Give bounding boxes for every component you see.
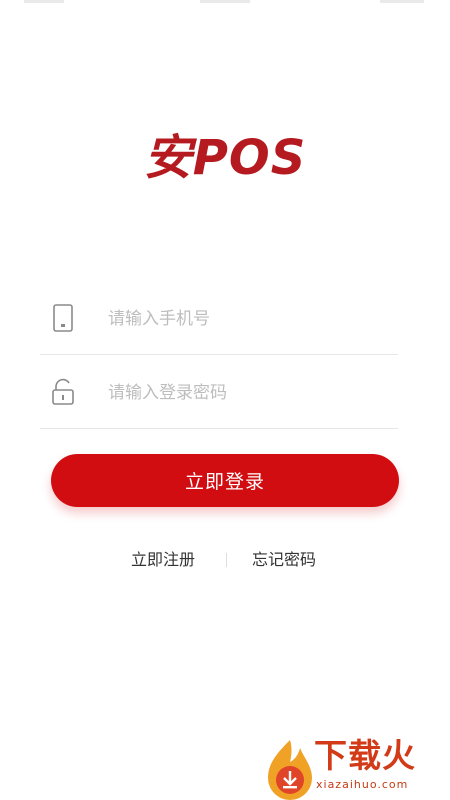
status-bar-fragment: [24, 0, 64, 3]
status-bar-fragment: [380, 0, 424, 3]
link-divider: [226, 553, 227, 567]
watermark-subtitle: xiazaihuo.com: [316, 778, 409, 791]
register-link[interactable]: 立即注册: [131, 547, 195, 573]
password-input[interactable]: [106, 374, 390, 412]
phone-field: [40, 282, 398, 355]
phone-input[interactable]: [106, 300, 390, 338]
password-field: [40, 356, 398, 429]
forgot-password-link[interactable]: 忘记密码: [252, 547, 316, 573]
login-button[interactable]: 立即登录: [51, 454, 399, 507]
app-logo: 安POS: [143, 130, 307, 186]
login-page: 安POS 立即登录 立即注册 忘记密码: [0, 0, 450, 800]
lock-icon: [50, 378, 76, 406]
status-bar: [0, 0, 450, 6]
auth-links: 立即注册 忘记密码: [0, 547, 450, 573]
phone-icon: [50, 304, 76, 332]
watermark-title: 下载火: [314, 736, 416, 775]
flame-download-icon: [268, 740, 312, 800]
watermark: 下载火 xiazaihuo.com: [266, 736, 450, 800]
status-bar-fragment: [200, 0, 250, 3]
